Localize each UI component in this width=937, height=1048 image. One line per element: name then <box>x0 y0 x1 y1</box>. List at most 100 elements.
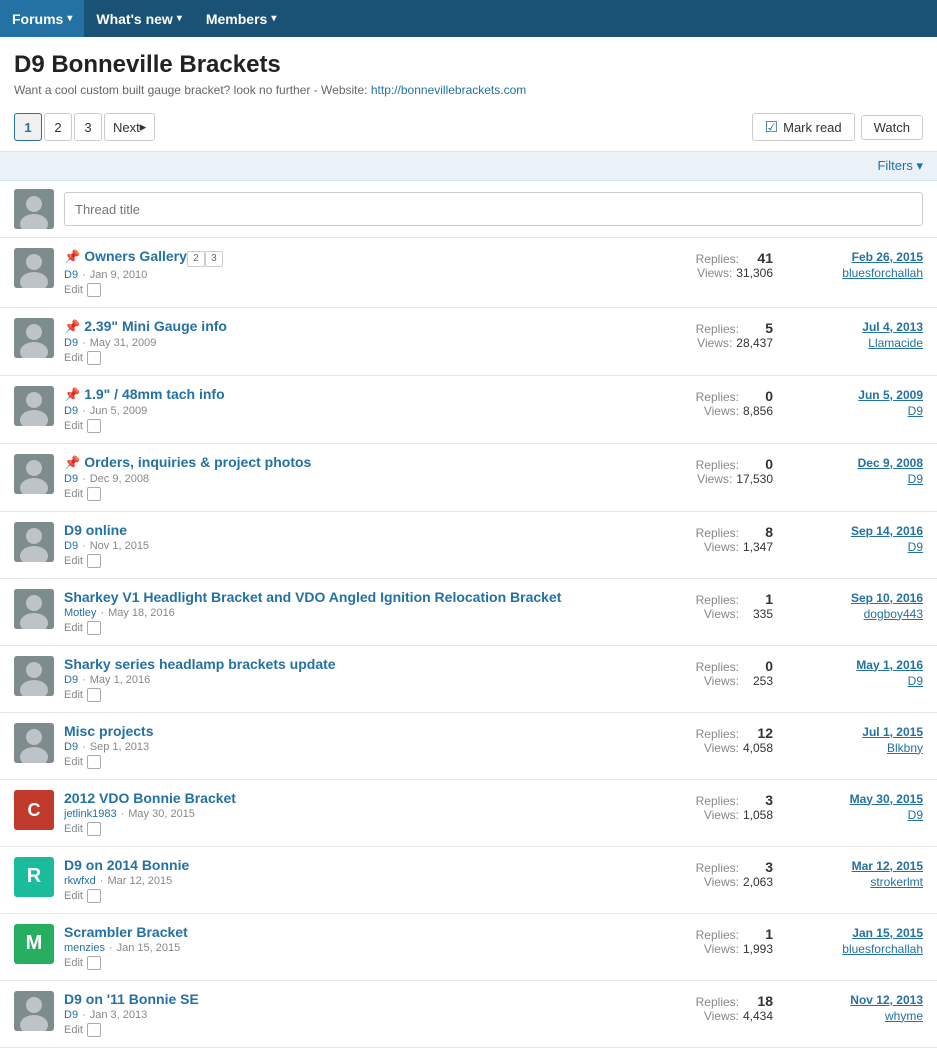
thread-title-link[interactable]: 2012 VDO Bonnie Bracket <box>64 790 236 806</box>
thread-title-link[interactable]: 1.9" / 48mm tach info <box>84 386 224 402</box>
last-user[interactable]: Llamacide <box>868 336 923 350</box>
last-user[interactable]: D9 <box>908 404 923 418</box>
thread-last-activity: Dec 9, 2008 D9 <box>783 454 923 486</box>
last-date[interactable]: May 30, 2015 <box>783 792 923 806</box>
thread-author[interactable]: menzies <box>64 942 105 954</box>
thread-author[interactable]: D9 <box>64 473 78 485</box>
thread-title-link[interactable]: Orders, inquiries & project photos <box>84 454 311 470</box>
new-thread-input[interactable] <box>64 192 923 226</box>
last-user[interactable]: strokerlmt <box>870 875 923 889</box>
pin-icon: 📌 <box>64 249 80 264</box>
replies-count: 1 <box>743 926 773 942</box>
page-tag[interactable]: 2 <box>187 251 205 267</box>
thread-meta: rkwfxd·Mar 12, 2015 <box>64 875 643 887</box>
edit-label[interactable]: Edit <box>64 689 83 701</box>
mark-read-button[interactable]: ☑ Mark read <box>752 113 855 141</box>
thread-main: 📌Orders, inquiries & project photosD9·De… <box>64 454 643 501</box>
last-user[interactable]: D9 <box>908 808 923 822</box>
page-3-button[interactable]: 3 <box>74 113 102 141</box>
thread-author[interactable]: D9 <box>64 269 78 281</box>
edit-label[interactable]: Edit <box>64 420 83 432</box>
replies-count: 0 <box>743 388 773 404</box>
thread-author[interactable]: D9 <box>64 405 78 417</box>
last-date[interactable]: Sep 14, 2016 <box>783 524 923 538</box>
last-user[interactable]: bluesforchallah <box>842 266 923 280</box>
thread-author[interactable]: D9 <box>64 540 78 552</box>
edit-checkbox[interactable] <box>87 351 101 365</box>
last-user[interactable]: dogboy443 <box>864 607 923 621</box>
thread-title-link[interactable]: D9 online <box>64 522 127 538</box>
thread-title-link[interactable]: Sharky series headlamp brackets update <box>64 656 336 672</box>
thread-stats: Replies: 0 Views: 17,530 <box>653 454 773 486</box>
thread-row: 📌1.9" / 48mm tach infoD9·Jun 5, 2009Edit… <box>0 376 937 444</box>
thread-author[interactable]: rkwfxd <box>64 875 96 887</box>
edit-label[interactable]: Edit <box>64 555 83 567</box>
edit-label[interactable]: Edit <box>64 756 83 768</box>
thread-main: D9 on '11 Bonnie SED9·Jan 3, 2013Edit <box>64 991 643 1037</box>
page-2-button[interactable]: 2 <box>44 113 72 141</box>
edit-checkbox[interactable] <box>87 889 101 903</box>
edit-checkbox[interactable] <box>87 621 101 635</box>
nav-members[interactable]: Members ▾ <box>194 0 289 37</box>
edit-label[interactable]: Edit <box>64 890 83 902</box>
views-count: 28,437 <box>736 336 773 350</box>
thread-title-link[interactable]: Misc projects <box>64 723 153 739</box>
views-count: 31,306 <box>736 266 773 280</box>
page-subtitle: Want a cool custom built gauge bracket? … <box>14 83 923 97</box>
edit-checkbox[interactable] <box>87 822 101 836</box>
edit-checkbox[interactable] <box>87 688 101 702</box>
thread-author[interactable]: jetlink1983 <box>64 808 117 820</box>
edit-checkbox[interactable] <box>87 419 101 433</box>
page-1-button[interactable]: 1 <box>14 113 42 141</box>
watch-button[interactable]: Watch <box>861 115 923 140</box>
filters-link[interactable]: Filters ▾ <box>877 158 923 173</box>
thread-author[interactable]: Motley <box>64 607 96 619</box>
last-date[interactable]: Jun 5, 2009 <box>783 388 923 402</box>
last-date[interactable]: Dec 9, 2008 <box>783 456 923 470</box>
thread-author[interactable]: D9 <box>64 674 78 686</box>
last-user[interactable]: D9 <box>908 540 923 554</box>
nav-forums[interactable]: Forums ▾ <box>0 0 84 37</box>
thread-title-link[interactable]: D9 on '11 Bonnie SE <box>64 991 199 1007</box>
thread-title-link[interactable]: 2.39" Mini Gauge info <box>84 318 227 334</box>
edit-area: Edit <box>64 621 643 635</box>
edit-checkbox[interactable] <box>87 755 101 769</box>
last-user[interactable]: bluesforchallah <box>842 942 923 956</box>
last-user[interactable]: Blkbny <box>887 741 923 755</box>
edit-label[interactable]: Edit <box>64 352 83 364</box>
last-date[interactable]: Jul 1, 2015 <box>783 725 923 739</box>
thread-row: Sharky series headlamp brackets update D9… <box>0 646 937 713</box>
thread-title-link[interactable]: Scrambler Bracket <box>64 924 188 940</box>
edit-label[interactable]: Edit <box>64 823 83 835</box>
edit-label[interactable]: Edit <box>64 957 83 969</box>
last-date[interactable]: Jul 4, 2013 <box>783 320 923 334</box>
thread-author[interactable]: D9 <box>64 1009 78 1021</box>
thread-title-link[interactable]: Owners Gallery <box>84 248 187 264</box>
edit-label[interactable]: Edit <box>64 488 83 500</box>
next-page-button[interactable]: Next▸ <box>104 113 155 141</box>
edit-checkbox[interactable] <box>87 956 101 970</box>
last-date[interactable]: Sep 10, 2016 <box>783 591 923 605</box>
last-user[interactable]: D9 <box>908 472 923 486</box>
last-date[interactable]: Feb 26, 2015 <box>783 250 923 264</box>
thread-author[interactable]: D9 <box>64 741 78 753</box>
thread-title-link[interactable]: Sharkey V1 Headlight Bracket and VDO Ang… <box>64 589 561 605</box>
edit-checkbox[interactable] <box>87 1023 101 1037</box>
website-link[interactable]: http://bonnevillebrackets.com <box>371 83 526 97</box>
last-date[interactable]: Nov 12, 2013 <box>783 993 923 1007</box>
last-date[interactable]: Jan 15, 2015 <box>783 926 923 940</box>
edit-label[interactable]: Edit <box>64 622 83 634</box>
edit-checkbox[interactable] <box>87 554 101 568</box>
last-date[interactable]: Mar 12, 2015 <box>783 859 923 873</box>
nav-whats-new[interactable]: What's new ▾ <box>84 0 193 37</box>
edit-label[interactable]: Edit <box>64 284 83 296</box>
edit-label[interactable]: Edit <box>64 1024 83 1036</box>
thread-author[interactable]: D9 <box>64 337 78 349</box>
thread-title-link[interactable]: D9 on 2014 Bonnie <box>64 857 189 873</box>
last-date[interactable]: May 1, 2016 <box>783 658 923 672</box>
edit-checkbox[interactable] <box>87 487 101 501</box>
last-user[interactable]: D9 <box>908 674 923 688</box>
last-user[interactable]: whyme <box>885 1009 923 1023</box>
edit-checkbox[interactable] <box>87 283 101 297</box>
page-tag[interactable]: 3 <box>205 251 223 267</box>
